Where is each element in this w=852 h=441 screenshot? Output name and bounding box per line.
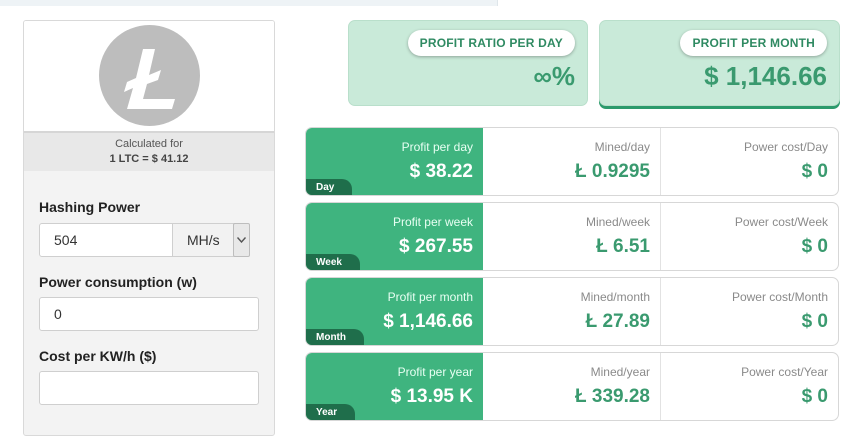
profit-label: Profit per year [397, 365, 473, 379]
mined-label: Mined/day [594, 140, 650, 154]
power-cost-label: Power cost/Year [741, 365, 828, 379]
conversion-rate: 1 LTC = $ 41.12 [109, 153, 189, 165]
power-cost-cell: Power cost/Year $ 0 [661, 353, 838, 420]
profit-ratio-value: ∞% [533, 61, 575, 91]
mined-value: Ł 27.89 [585, 311, 650, 332]
result-row-week: Profit per week $ 267.55 Week Mined/week… [305, 202, 839, 271]
profit-month-label: PROFIT PER MONTH [680, 30, 827, 56]
power-cost-value: $ 0 [801, 161, 828, 182]
profit-month-value: $ 1,146.66 [704, 61, 827, 91]
profit-cell: Profit per month $ 1,146.66 Month [306, 278, 483, 345]
period-tag: Month [306, 329, 364, 345]
period-tag: Year [306, 404, 356, 420]
power-cost-label: Power cost/Day [743, 140, 828, 154]
mined-label: Mined/year [590, 365, 650, 379]
power-consumption-label: Power consumption (w) [39, 274, 197, 290]
profit-value: $ 1,146.66 [383, 311, 473, 332]
power-cost-label: Power cost/Month [731, 290, 828, 304]
mined-label: Mined/week [585, 215, 650, 229]
profit-value: $ 267.55 [399, 236, 473, 257]
mined-value: Ł 0.9295 [575, 161, 650, 182]
profit-cell: Profit per day $ 38.22 Day [306, 128, 483, 195]
power-cost-cell: Power cost/Month $ 0 [661, 278, 838, 345]
power-cost-cell: Power cost/Day $ 0 [661, 128, 838, 195]
litecoin-logo-icon [99, 25, 200, 126]
profit-label: Profit per day [401, 140, 473, 154]
profit-ratio-card: PROFIT RATIO PER DAY ∞% [348, 20, 588, 106]
mined-value: Ł 339.28 [575, 386, 650, 407]
power-cost-value: $ 0 [801, 386, 828, 407]
mined-cell: Mined/week Ł 6.51 [483, 203, 661, 270]
result-row-day: Profit per day $ 38.22 Day Mined/day Ł 0… [305, 127, 839, 196]
litecoin-glyph-icon [124, 49, 175, 109]
power-cost-value: $ 0 [801, 311, 828, 332]
coin-logo-area [24, 21, 274, 131]
profit-label: Profit per month [387, 290, 473, 304]
power-cost-label: Power cost/Week [734, 215, 828, 229]
profit-value: $ 38.22 [409, 161, 473, 182]
profit-cell: Profit per week $ 267.55 Week [306, 203, 483, 270]
mined-cell: Mined/year Ł 339.28 [483, 353, 661, 420]
result-row-month: Profit per month $ 1,146.66 Month Mined/… [305, 277, 839, 346]
profit-label: Profit per week [392, 215, 473, 229]
calculated-for-label: Calculated for [115, 138, 183, 150]
profit-value: $ 13.95 K [390, 386, 473, 407]
period-tag: Day [306, 179, 353, 195]
hashing-power-input[interactable]: 504 [39, 223, 173, 257]
cost-per-kwh-input[interactable] [39, 371, 259, 405]
chevron-down-icon[interactable] [233, 223, 250, 257]
hashing-unit-value: MH/s [187, 232, 220, 248]
profit-ratio-label: PROFIT RATIO PER DAY [407, 30, 575, 56]
power-cost-value: $ 0 [801, 236, 828, 257]
mined-cell: Mined/month Ł 27.89 [483, 278, 661, 345]
mined-cell: Mined/day Ł 0.9295 [483, 128, 661, 195]
conversion-rate-box: Calculated for 1 LTC = $ 41.12 [24, 131, 274, 171]
calculator-panel: Calculated for 1 LTC = $ 41.12 Hashing P… [23, 20, 275, 436]
power-cost-cell: Power cost/Week $ 0 [661, 203, 838, 270]
cost-per-kwh-label: Cost per KW/h ($) [39, 348, 157, 364]
active-tab[interactable] [497, 0, 852, 6]
hashing-power-label: Hashing Power [39, 199, 141, 215]
result-row-year: Profit per year $ 13.95 K Year Mined/yea… [305, 352, 839, 421]
power-consumption-input[interactable]: 0 [39, 297, 259, 331]
period-tag: Week [306, 254, 360, 270]
profit-month-card: PROFIT PER MONTH $ 1,146.66 [599, 20, 840, 106]
mined-value: Ł 6.51 [596, 236, 650, 257]
mined-label: Mined/month [580, 290, 650, 304]
profit-cell: Profit per year $ 13.95 K Year [306, 353, 483, 420]
